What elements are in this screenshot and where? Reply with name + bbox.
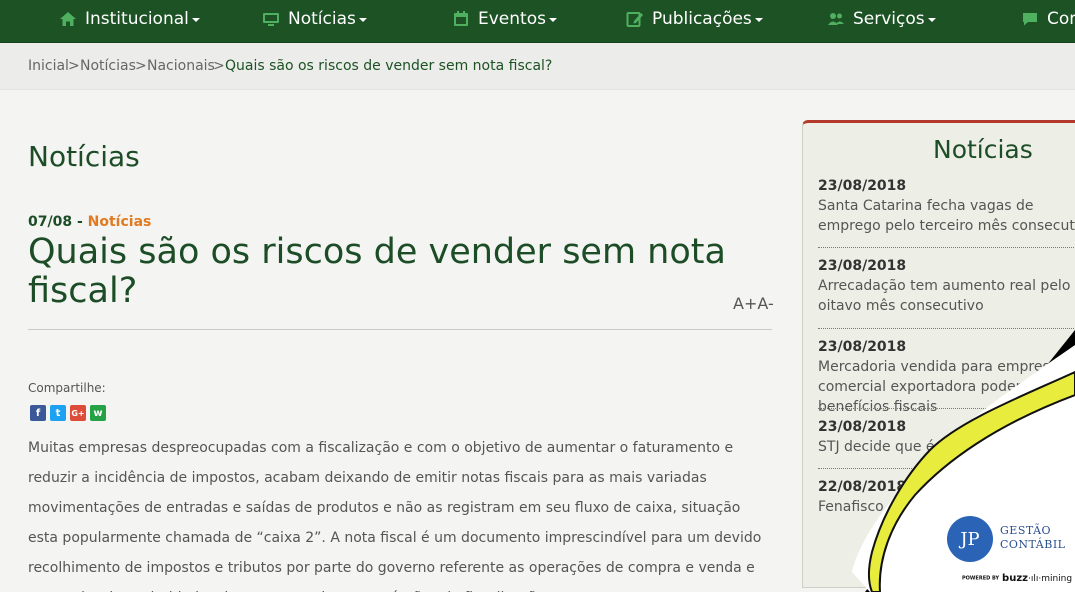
sidebar-title: Notícias [933,135,1033,164]
news-item[interactable]: 23/08/2018 Arrecadação tem aumento real … [818,258,1075,316]
news-date: 23/08/2018 [818,258,907,274]
brand-buzz: buzz [1002,573,1028,584]
article-category-link[interactable]: Notícias [88,214,152,230]
breadcrumb-separator: > [68,58,80,74]
powered-by: POWERED BY buzz·ılı·mining [962,573,1072,584]
news-item[interactable]: 23/08/2018 STJ decide que é [818,419,1075,457]
users-icon [828,13,844,25]
news-date: 23/08/2018 [818,419,907,435]
whatsapp-share-button[interactable]: w [90,405,106,421]
article-date: 07/08 [28,214,73,230]
chevron-down-icon [191,18,200,22]
news-item[interactable]: 22/08/2018 Fenafisco políti [818,479,1075,517]
logo-line-2: CONTÁBIL [1000,538,1066,551]
meta-separator: - [72,214,88,230]
logo-mark: JP [960,528,980,550]
share-label: Compartilhe: [28,381,106,395]
nav-label: Publicações [652,9,752,29]
chevron-down-icon [927,18,936,22]
facebook-share-button[interactable]: f [30,405,46,421]
news-date: 22/08/2018 [818,479,907,495]
article-headline: Quais são os riscos de vender sem nota f… [28,232,726,311]
news-divider [818,328,1075,329]
chevron-down-icon [358,18,367,22]
nav-label: Serviços [853,9,925,29]
news-divider [818,247,1075,248]
news-divider [818,408,1075,409]
home-icon [60,12,76,26]
chevron-down-icon [754,18,763,22]
logo-line-1: GESTÃO [1000,524,1052,537]
google-plus-icon: G+ [71,408,85,418]
breadcrumb-link-noticias[interactable]: Notícias [80,58,136,74]
nav-label: Con [1047,9,1075,29]
nav-item-institucional[interactable]: Institucional [59,0,200,38]
twitter-share-button[interactable]: t [50,405,66,421]
whatsapp-icon: w [93,407,103,419]
breadcrumb-link-nacionais[interactable]: Nacionais [147,58,215,74]
news-date: 23/08/2018 [818,339,907,355]
chevron-down-icon [548,18,557,22]
breadcrumb-link-inicial[interactable]: Inicial [28,58,69,74]
sidebar-news-widget: Notícias 23/08/2018 Santa Catarina fecha… [802,120,1075,588]
monitor-icon [263,13,279,26]
nav-item-contato[interactable]: Con [1021,0,1075,38]
edit-icon [626,12,643,27]
facebook-icon: f [35,407,41,419]
top-navigation: Institucional Notícias Eventos Publicaçõ… [0,0,1075,43]
sound-wave-icon: ·ılı· [1027,574,1042,584]
nav-item-eventos[interactable]: Eventos [452,0,557,38]
calendar-icon [454,11,468,26]
nav-item-publicacoes[interactable]: Publicações [626,0,763,38]
font-size-controls: A+A- [733,294,774,313]
font-decrease-button[interactable]: A- [757,294,773,313]
article-meta: 07/08 - Notícias [28,214,151,230]
news-divider [818,468,1075,469]
news-title[interactable]: Santa Catarina fecha vagas de emprego pe… [818,196,1075,236]
nav-label: Notícias [288,9,356,29]
news-title[interactable]: Arrecadação tem aumento real pelo oitavo… [818,276,1075,316]
gestao-contabil-logo: JP [947,516,993,562]
breadcrumb-separator: > [213,58,225,74]
google-plus-share-button[interactable]: G+ [70,405,86,421]
article-body: Muitas empresas despreocupadas com a fis… [28,440,762,592]
nav-label: Eventos [478,9,546,29]
breadcrumb: Inicial > Notícias > Nacionais > Quais s… [0,43,1075,90]
news-item[interactable]: 23/08/2018 Mercadoria vendida para empre… [818,339,1075,417]
breadcrumb-separator: > [135,58,147,74]
news-item[interactable]: 23/08/2018 Santa Catarina fecha vagas de… [818,178,1075,236]
nav-item-servicos[interactable]: Serviços [827,0,936,38]
powered-by-label: POWERED BY [962,575,1000,582]
twitter-icon: t [55,407,61,419]
news-title[interactable]: STJ decide que é [818,437,1075,457]
section-title: Notícias [28,140,140,173]
brand-mining: mining [1041,574,1073,584]
gestao-contabil-wordmark: GESTÃO CONTÁBIL [1000,524,1065,552]
font-increase-button[interactable]: A+ [733,294,757,313]
nav-item-noticias[interactable]: Notícias [262,0,367,38]
news-title[interactable]: Fenafisco políti [818,497,1075,517]
breadcrumb-current: Quais são os riscos de vender sem nota f… [225,58,553,74]
divider [28,329,772,330]
chat-icon [1023,13,1037,26]
news-date: 23/08/2018 [818,178,907,194]
nav-label: Institucional [85,9,189,29]
